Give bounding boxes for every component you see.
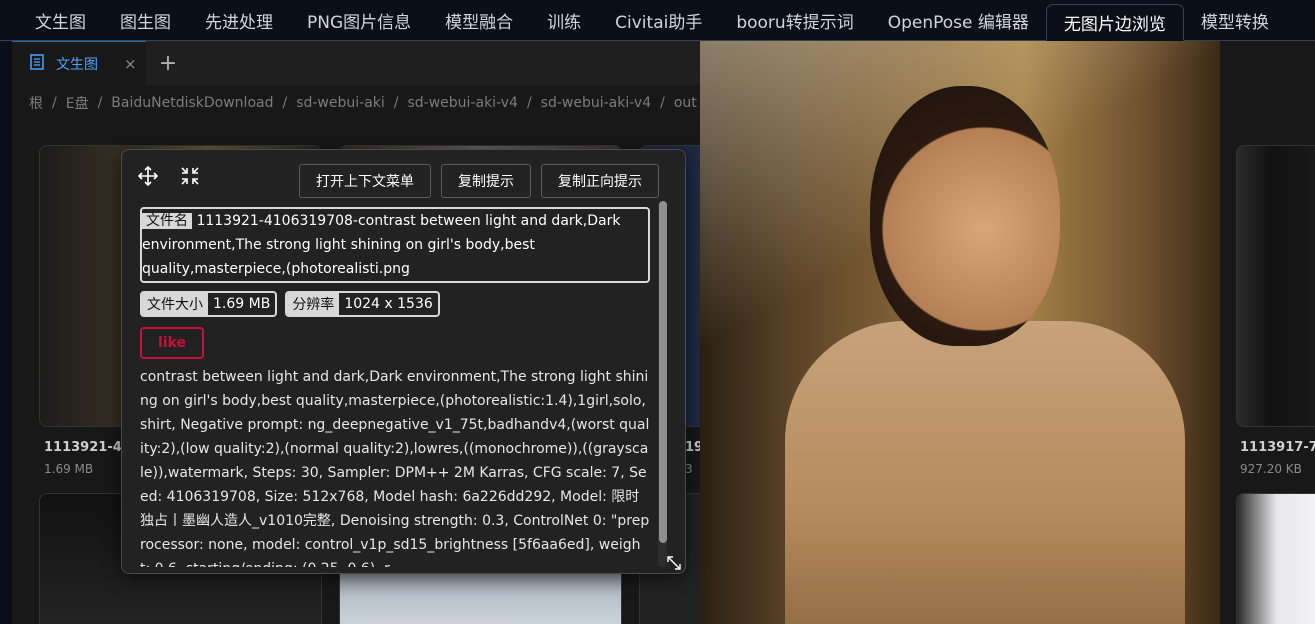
breadcrumb-separator: / [97, 95, 103, 111]
resize-icon[interactable] [665, 554, 683, 572]
breadcrumb-separator: / [52, 95, 57, 111]
filesize-key: 文件大小 [142, 293, 208, 315]
breadcrumb-item[interactable]: sd-webui-aki [296, 95, 385, 111]
tab-train[interactable]: 训练 [530, 0, 598, 40]
resolution-value: 1024 x 1536 [344, 296, 433, 312]
file-tab-strip: 文生图 × + [12, 41, 700, 85]
image-card[interactable] [1236, 493, 1315, 624]
breadcrumb-item[interactable]: E盘 [66, 93, 89, 113]
tab-openpose-editor[interactable]: OpenPose 编辑器 [871, 0, 1046, 40]
close-icon[interactable]: × [124, 55, 137, 73]
image-card[interactable] [1236, 145, 1315, 427]
app-root: 文生图 图生图 先进处理 PNG图片信息 模型融合 训练 Civitai助手 b… [0, 0, 1315, 624]
image-card-size: 927.20 KB [1240, 462, 1302, 476]
tab-infinite-image-browsing[interactable]: 无图片边浏览 [1045, 4, 1184, 41]
image-info-popup: 打开上下文菜单 复制提示 复制正向提示 文件名 1113921-41063197… [121, 149, 686, 574]
tab-checkpoint-merger[interactable]: 模型融合 [428, 0, 530, 40]
resolution-key: 分辨率 [287, 293, 340, 315]
breadcrumb-item[interactable]: sd-webui-aki-v4 [541, 95, 651, 111]
filename-key: 文件名 [142, 213, 192, 229]
right-thumbnail-column: 1113917-7 927.20 KB [1220, 41, 1315, 624]
open-context-menu-button[interactable]: 打开上下文菜单 [299, 164, 431, 198]
shrink-icon[interactable] [178, 164, 202, 188]
image-card-size: 3 [685, 462, 693, 476]
filename-field: 文件名 1113921-4106319708-contrast between … [140, 207, 650, 283]
popup-toolbar [136, 164, 202, 188]
file-tab-txt2img[interactable]: 文生图 × [12, 41, 146, 85]
like-button[interactable]: like [140, 327, 204, 359]
file-icon [30, 53, 44, 74]
tab-extras[interactable]: 先进处理 [188, 0, 290, 40]
tab-txt2img[interactable]: 文生图 [18, 0, 103, 40]
breadcrumb-item[interactable]: out [674, 95, 697, 111]
popup-content: 文件名 1113921-4106319708-contrast between … [140, 207, 650, 567]
tab-booru-prompt[interactable]: booru转提示词 [719, 0, 870, 40]
image-card-size: 1.69 MB [44, 462, 94, 476]
breadcrumb-separator: / [393, 95, 399, 111]
image-card-name: 1113917-7 [1240, 440, 1315, 455]
add-tab-button[interactable]: + [146, 41, 190, 85]
copy-positive-prompt-button[interactable]: 复制正向提示 [541, 164, 659, 198]
breadcrumb-separator: / [660, 95, 665, 111]
tab-png-info[interactable]: PNG图片信息 [290, 0, 428, 40]
top-tab-bar: 文生图 图生图 先进处理 PNG图片信息 模型融合 训练 Civitai助手 b… [0, 0, 1315, 41]
popup-actions: 打开上下文菜单 复制提示 复制正向提示 [299, 164, 659, 198]
tab-img2img[interactable]: 图生图 [103, 0, 188, 40]
tab-civitai-helper[interactable]: Civitai助手 [598, 0, 719, 40]
generation-params-text: contrast between light and dark,Dark env… [140, 369, 650, 567]
filesize-chip: 文件大小 1.69 MB [140, 291, 278, 317]
filesize-value: 1.69 MB [213, 296, 271, 312]
file-meta-row: 文件大小 1.69 MB 分辨率 1024 x 1536 [140, 291, 650, 317]
preview-head [870, 86, 1060, 346]
breadcrumb-separator: / [282, 95, 288, 111]
tab-model-converter[interactable]: 模型转换 [1184, 0, 1286, 40]
breadcrumb-item[interactable]: 根 [29, 93, 43, 113]
resolution-chip: 分辨率 1024 x 1536 [285, 291, 440, 317]
move-icon[interactable] [136, 164, 160, 188]
breadcrumb: 根 / E盘 / BaiduNetdiskDownload / sd-webui-ak… [12, 85, 700, 121]
breadcrumb-item[interactable]: sd-webui-aki-v4 [408, 95, 518, 111]
image-card-name: 1113921-41 [44, 440, 124, 455]
copy-prompt-button[interactable]: 复制提示 [441, 164, 531, 198]
breadcrumb-separator: / [526, 95, 532, 111]
preview-image[interactable] [700, 41, 1220, 624]
preview-shirt [785, 321, 1185, 624]
breadcrumb-item[interactable]: BaiduNetdiskDownload [111, 95, 273, 111]
file-tab-label: 文生图 [56, 56, 98, 73]
popup-scrollbar-thumb[interactable] [659, 201, 667, 543]
filename-value: 1113921-4106319708-contrast between ligh… [142, 213, 621, 277]
